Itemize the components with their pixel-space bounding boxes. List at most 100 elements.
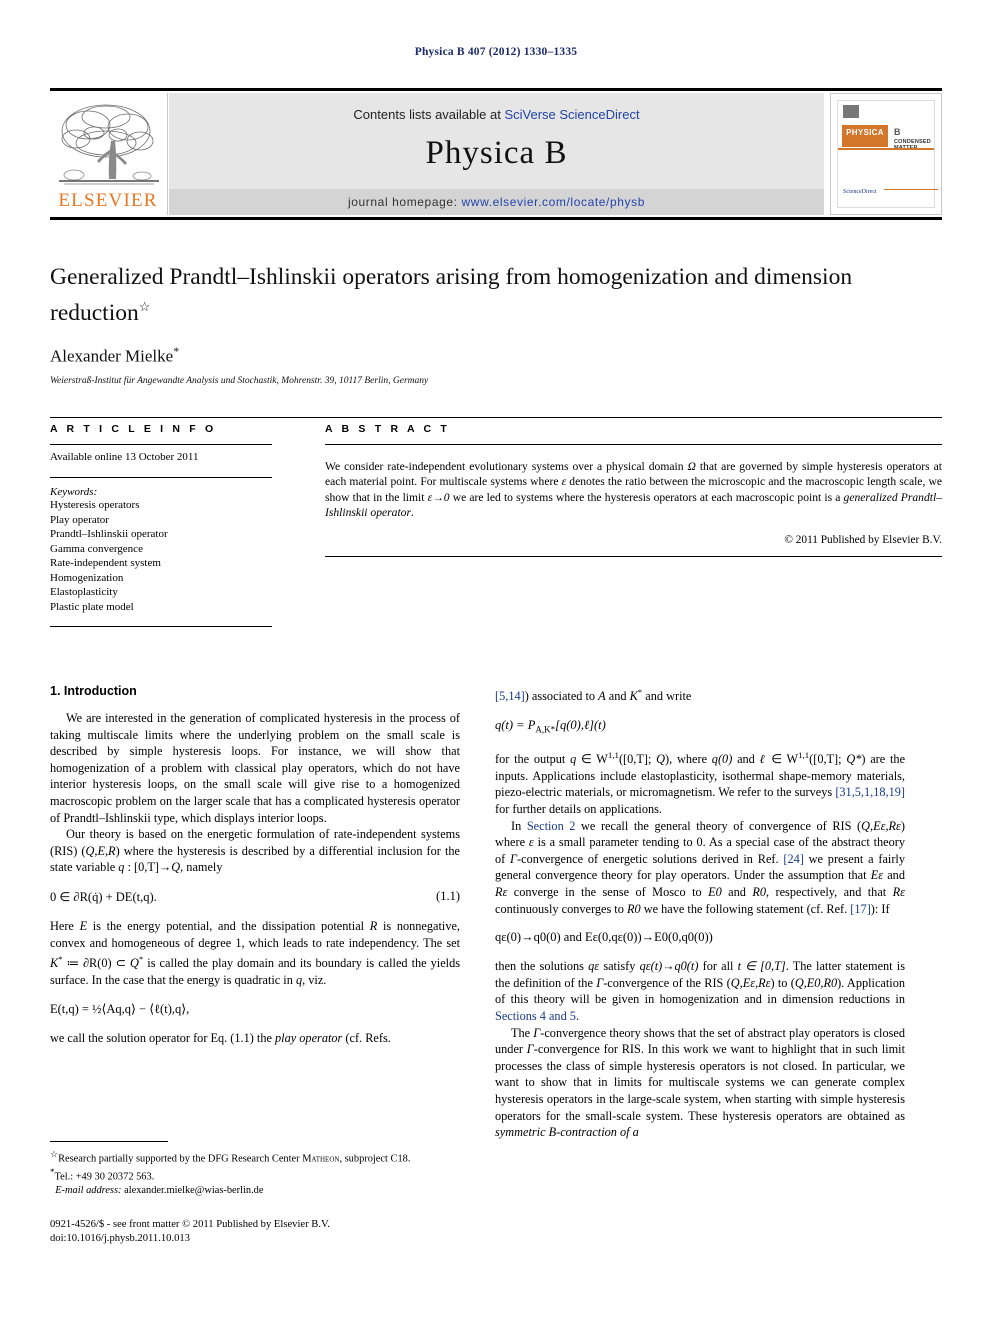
citation-link[interactable]: [17] [850, 902, 871, 916]
keyword-item: Play operator [50, 513, 109, 526]
abstract-copyright: © 2011 Published by Elsevier B.V. [784, 534, 942, 547]
par-seg: ([0,T]; [618, 752, 657, 767]
paragraph: then the solutions qε satisfy qε(t)→q0(t… [495, 958, 905, 1024]
dissipation-eps: Rε [495, 885, 508, 900]
par-seg: ): If [870, 901, 890, 916]
par-seg: for the output [495, 752, 571, 767]
title-footnote-marker[interactable]: ☆ [139, 299, 151, 314]
keyword-item: Hysteresis operators [50, 499, 140, 511]
footnotes: ☆Research partially supported by the DFG… [50, 1141, 460, 1198]
par-seg: Here [50, 918, 80, 933]
abstract-text: We consider rate-independent evolutionar… [325, 459, 942, 520]
par-seg: -convergence of the RIS ( [603, 975, 731, 990]
footnote-rule [50, 1141, 168, 1142]
par-seg: we call the solution operator for Eq. (1… [50, 1031, 276, 1046]
cover-horizontal-rule [838, 148, 934, 150]
corresponding-author-marker[interactable]: * [173, 344, 179, 358]
abstract-seg-5: . [411, 505, 414, 519]
par-seg: , respectively, and that [766, 885, 893, 900]
par-seg: and [732, 752, 760, 767]
contents-prefix: Contents lists available at [353, 107, 505, 122]
journal-homepage-link[interactable]: www.elsevier.com/locate/physb [462, 195, 645, 209]
paragraph: [5,14]) associated to A and K* and write [495, 684, 905, 705]
par-seg: and [883, 868, 905, 883]
ris-triple-eps: Q,Eε,Rε [861, 818, 901, 833]
citation-link[interactable]: [5,14] [495, 689, 525, 703]
energy-eps: Eε [870, 868, 884, 883]
equation-energy: E(t,q) = ½⟨Aq,q⟩ − ⟨ℓ(t),q⟩, [50, 1002, 190, 1017]
article-title-text: Generalized Prandtl–Ishlinskii operators… [50, 264, 853, 326]
par-seg: then the solutions [495, 959, 589, 974]
citation-link[interactable]: [31,5,1,18,19] [835, 785, 905, 799]
dual-space-Q: Q* [846, 752, 862, 767]
energy-0: E0 [708, 885, 722, 900]
space-Q: Q [171, 860, 181, 875]
par-seg: : [0,T]→ [124, 860, 172, 875]
par-seg: . [575, 1009, 580, 1023]
running-head: Physica B 407 (2012) 1330–1335 [414, 46, 578, 58]
keyword-item: Gamma convergence [50, 542, 143, 555]
footnote-telephone: *Tel.: +49 30 20372 563. [50, 1166, 460, 1184]
dissipation-0: R0 [626, 901, 641, 916]
footnote-funding: ☆Research partially supported by the DFG… [50, 1148, 460, 1166]
document-page: Physica B 407 (2012) 1330–1335 ELSEVIER … [0, 0, 992, 1323]
footnote-email: E-mail address: alexander.mielke@wias-be… [50, 1184, 460, 1198]
footnote-seg: Research partially supported by the DFG … [58, 1153, 303, 1165]
paragraph: Our theory is based on the energetic for… [50, 826, 460, 876]
abstract-seg-1: We consider rate-independent evolutionar… [325, 460, 688, 473]
author-name: Alexander Mielke [50, 346, 174, 366]
par-seg: is the energy potential, and the dissipa… [87, 918, 370, 933]
abstract-column: A B S T R A C T We consider rate-indepen… [325, 423, 942, 558]
section-heading-introduction: 1. Introduction [50, 684, 137, 698]
abstract-seg-4: we are led to systems where the hysteres… [449, 490, 844, 504]
body-column-right: [5,14]) associated to A and K* and write… [495, 684, 905, 1141]
space-Q: Q [656, 752, 666, 767]
par-seg: (cf. Refs. [342, 1031, 391, 1046]
par-seg: The [511, 1025, 534, 1040]
abstract-rule-1 [325, 444, 942, 445]
equation-convergence: qε(0)→q0(0) and Eε(0,qε(0))→E0(0,q0(0)) [495, 930, 713, 945]
play-domain-K: K [629, 689, 638, 704]
email-address[interactable]: alexander.mielke@wias-berlin.de [124, 1185, 263, 1196]
par-seg: ), where [665, 752, 712, 767]
article-history: Available online 13 October 2011 [50, 451, 199, 463]
section-link[interactable]: Section 2 [527, 819, 576, 833]
cover-title-band: PHYSICA B CONDENSED MATTER [838, 125, 934, 151]
homepage-prefix: journal homepage: [347, 195, 462, 209]
convergence-expr: qε(t)→q0(t) [639, 959, 699, 974]
paragraph: The Γ-convergence theory shows that the … [495, 1025, 905, 1141]
matheon-name: Matheon [302, 1153, 340, 1165]
footer-imprint: 0921-4526/$ - see front matter © 2011 Pu… [50, 1218, 330, 1246]
par-seg: and [721, 885, 753, 900]
paragraph: In Section 2 we recall the general theor… [495, 818, 905, 918]
elsevier-wordmark: ELSEVIER [58, 190, 158, 211]
initial-value: q(0) [711, 752, 733, 767]
par-seg: , namely [180, 860, 223, 875]
cover-thin-line [884, 189, 938, 190]
journal-title: Physica B [425, 135, 568, 171]
operator-A: A [598, 689, 606, 704]
par-seg: , viz. [302, 972, 327, 987]
doi-line[interactable]: doi:10.1016/j.physb.2011.10.013 [50, 1232, 330, 1246]
citation-link[interactable]: [24] [783, 852, 804, 866]
energy-E: E [79, 918, 88, 933]
cover-corner-mark [843, 105, 859, 118]
ris-triple: Q,E,R [85, 843, 116, 858]
par-seg: ) to ( [770, 975, 795, 990]
par-seg: converge in the sense of Mosco to [507, 885, 709, 900]
gamma-symbol: Γ [526, 1042, 534, 1057]
sciencedirect-link[interactable]: SciVerse ScienceDirect [504, 107, 639, 122]
par-seg: and write [642, 689, 692, 704]
ris-eps: Q,Eε,Rε [730, 975, 771, 990]
keyword-item: Prandtl–Ishlinskii operator [50, 528, 168, 540]
sections-link[interactable]: Sections 4 and 5 [495, 1009, 576, 1023]
equation-number: (1.1) [436, 888, 460, 903]
footnote-star-marker: ☆ [50, 1149, 59, 1159]
par-seg: -convergence of energetic solutions deri… [517, 851, 784, 866]
abstract-heading: A B S T R A C T [325, 423, 450, 435]
article-info-rule-3 [50, 626, 272, 627]
elsevier-tree-icon [59, 104, 159, 185]
dual-space-Q: Q [129, 956, 139, 971]
play-domain-K: K [50, 956, 59, 971]
equation-play-operator: q(t) = PA,K*[q(0),ℓ](t) [495, 718, 905, 735]
